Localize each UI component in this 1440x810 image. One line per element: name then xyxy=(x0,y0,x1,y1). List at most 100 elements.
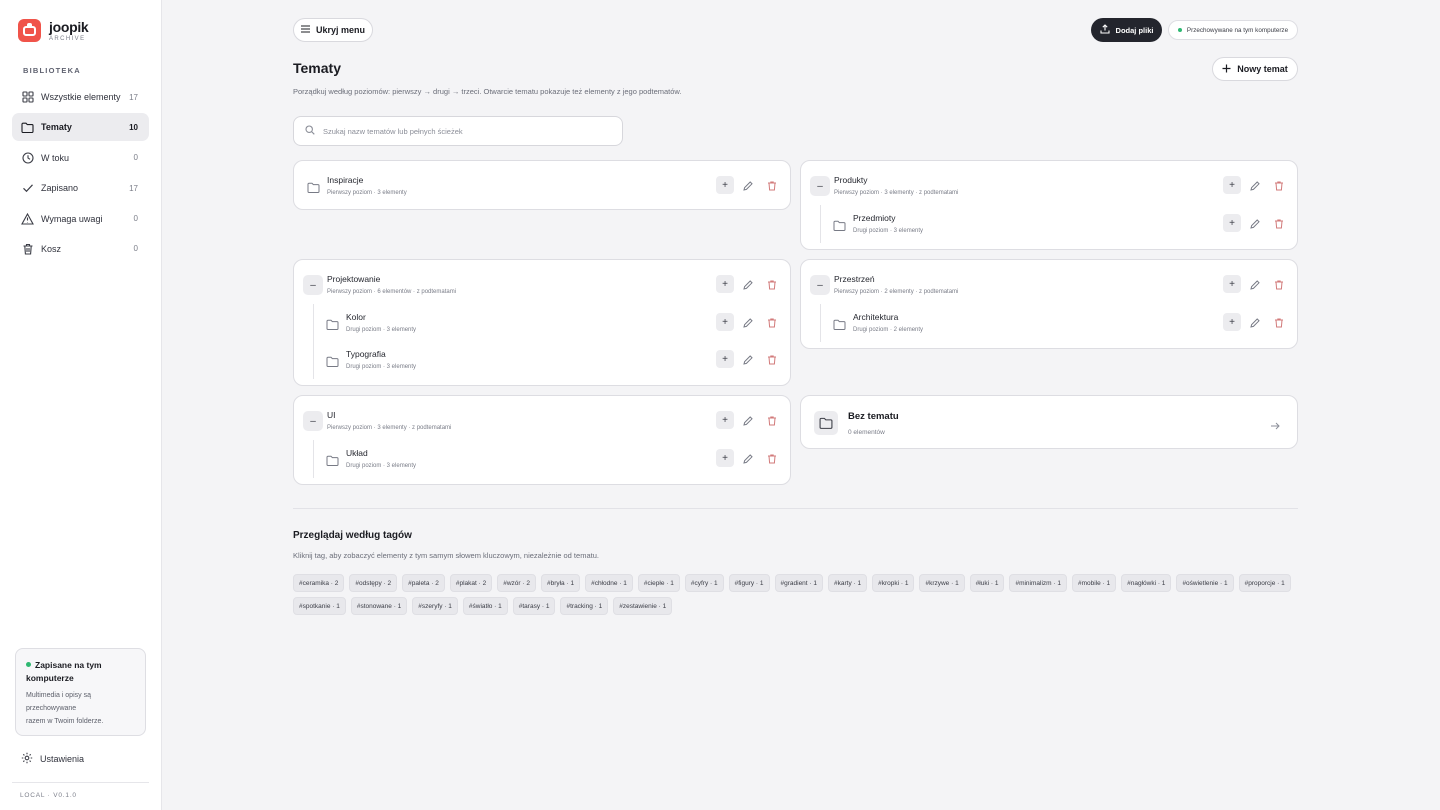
sidebar-item-trash[interactable]: Kosz 0 xyxy=(12,235,149,263)
tag-chip[interactable]: #zestawienie · 1 xyxy=(613,597,673,615)
trash-icon xyxy=(21,242,34,255)
tag-chip[interactable]: #plakat · 2 xyxy=(449,574,493,592)
topic-row[interactable]: – Produkty Pierwszy poziom · 3 elementy … xyxy=(801,169,1297,203)
tag-chip[interactable]: #spotkanie · 1 xyxy=(293,597,346,615)
clock-icon xyxy=(21,151,34,164)
topic-row[interactable]: – UI Pierwszy poziom · 3 elementy · z po… xyxy=(294,404,790,438)
edit-icon[interactable] xyxy=(1249,217,1261,229)
tag-chip[interactable]: #tarasy · 1 xyxy=(512,597,556,615)
topic-search[interactable] xyxy=(293,116,623,146)
toggle-menu-button[interactable]: Ukryj menu xyxy=(293,18,373,42)
trash-icon[interactable] xyxy=(1273,278,1285,290)
trash-icon[interactable] xyxy=(766,179,778,191)
tag-chip[interactable]: #mobile · 1 xyxy=(1071,574,1117,592)
trash-icon[interactable] xyxy=(766,278,778,290)
trash-icon[interactable] xyxy=(766,452,778,464)
add-files-label: Dodaj pliki xyxy=(1115,25,1154,35)
add-subtopic-button[interactable]: + xyxy=(1223,176,1241,194)
subtopic-row[interactable]: Typografia Drugi poziom · 3 elementy + xyxy=(294,343,790,377)
tag-chip[interactable]: #szeryfy · 1 xyxy=(412,597,458,615)
edit-icon[interactable] xyxy=(1249,316,1261,328)
tag-chip[interactable]: #krzywe · 1 xyxy=(919,574,965,592)
collapse-button[interactable]: – xyxy=(303,411,323,431)
tag-chip[interactable]: #minimalizm · 1 xyxy=(1009,574,1067,592)
tag-chip[interactable]: #światło · 1 xyxy=(462,597,508,615)
sidebar-item-all[interactable]: Wszystkie elementy 17 xyxy=(12,83,149,111)
tag-chip[interactable]: #nagłówki · 1 xyxy=(1121,574,1172,592)
subtopic-row[interactable]: Architektura Drugi poziom · 2 elementy + xyxy=(801,306,1297,340)
add-subtopic-button[interactable]: + xyxy=(1223,313,1241,331)
tag-chip[interactable]: #karty · 1 xyxy=(828,574,868,592)
app-logo[interactable]: joopik ARCHIVE xyxy=(18,19,89,42)
sidebar-item-count: 17 xyxy=(129,92,138,102)
sidebar-item-needs-attention[interactable]: Wymaga uwagi 0 xyxy=(12,205,149,233)
edit-icon[interactable] xyxy=(742,316,754,328)
tag-chip[interactable]: #kropki · 1 xyxy=(872,574,915,592)
topic-row[interactable]: – Przestrzeń Pierwszy poziom · 2 element… xyxy=(801,268,1297,302)
add-subtopic-button[interactable]: + xyxy=(716,176,734,194)
topic-row[interactable]: – Projektowanie Pierwszy poziom · 6 elem… xyxy=(294,268,790,302)
topic-name: Projektowanie xyxy=(327,274,381,284)
tag-chip[interactable]: #cyfry · 1 xyxy=(684,574,724,592)
edit-icon[interactable] xyxy=(742,353,754,365)
topic-meta: Pierwszy poziom · 3 elementy · z podtema… xyxy=(327,425,452,431)
add-subtopic-button[interactable]: + xyxy=(1223,214,1241,232)
tag-chip[interactable]: #proporcje · 1 xyxy=(1238,574,1291,592)
topic-row[interactable]: Inspiracje Pierwszy poziom · 3 elementy … xyxy=(294,169,790,203)
tag-chip[interactable]: #ciepłe · 1 xyxy=(637,574,680,592)
folder-icon xyxy=(307,180,320,193)
edit-icon[interactable] xyxy=(742,179,754,191)
edit-icon[interactable] xyxy=(742,278,754,290)
trash-icon[interactable] xyxy=(766,353,778,365)
add-subtopic-button[interactable]: + xyxy=(1223,275,1241,293)
topic-name: Układ xyxy=(346,448,368,458)
tag-chip[interactable]: #oświetlenie · 1 xyxy=(1176,574,1234,592)
sidebar-item-in-progress[interactable]: W toku 0 xyxy=(12,144,149,172)
topic-meta: Pierwszy poziom · 3 elementy xyxy=(327,190,407,196)
tag-chip[interactable]: #odstępy · 2 xyxy=(349,574,398,592)
tag-chip[interactable]: #figury · 1 xyxy=(728,574,770,592)
add-subtopic-button[interactable]: + xyxy=(716,275,734,293)
search-input[interactable] xyxy=(323,126,603,136)
tag-chip[interactable]: #stonowane · 1 xyxy=(350,597,408,615)
settings-link[interactable]: Ustawienia xyxy=(21,752,84,766)
edit-icon[interactable] xyxy=(1249,278,1261,290)
edit-icon[interactable] xyxy=(1249,179,1261,191)
add-subtopic-button[interactable]: + xyxy=(716,449,734,467)
collapse-button[interactable]: – xyxy=(810,275,830,295)
collapse-button[interactable]: – xyxy=(303,275,323,295)
trash-icon[interactable] xyxy=(1273,217,1285,229)
tag-chip[interactable]: #wzór · 2 xyxy=(497,574,536,592)
tag-chip[interactable]: #ceramika · 2 xyxy=(293,574,345,592)
sidebar-item-count: 0 xyxy=(133,214,138,224)
topic-meta: Drugi poziom · 2 elementy xyxy=(853,327,924,333)
trash-icon[interactable] xyxy=(766,414,778,426)
new-topic-button[interactable]: Nowy temat xyxy=(1212,57,1298,81)
edit-icon[interactable] xyxy=(742,452,754,464)
trash-icon[interactable] xyxy=(1273,316,1285,328)
add-subtopic-button[interactable]: + xyxy=(716,350,734,368)
trash-icon[interactable] xyxy=(1273,179,1285,191)
add-files-button[interactable]: Dodaj pliki xyxy=(1091,18,1162,42)
tag-chip[interactable]: #tracking · 1 xyxy=(560,597,609,615)
sidebar-item-label: W toku xyxy=(41,152,70,163)
trash-icon[interactable] xyxy=(766,316,778,328)
subtopic-row[interactable]: Układ Drugi poziom · 3 elementy + xyxy=(294,442,790,476)
sidebar-item-saved[interactable]: Zapisano 17 xyxy=(12,174,149,202)
sidebar-item-topics[interactable]: Tematy 10 xyxy=(12,113,149,142)
tag-chip[interactable]: #chłodne · 1 xyxy=(585,574,633,592)
tag-chip[interactable]: #łuki · 1 xyxy=(969,574,1005,592)
tag-chip[interactable]: #paleta · 2 xyxy=(402,574,445,592)
topic-meta: Pierwszy poziom · 2 elementy · z podtema… xyxy=(834,289,959,295)
add-subtopic-button[interactable]: + xyxy=(716,411,734,429)
storage-card-description: Multimedia i opisy są przechowywane razem… xyxy=(26,692,104,725)
add-subtopic-button[interactable]: + xyxy=(716,313,734,331)
collapse-button[interactable]: – xyxy=(810,176,830,196)
edit-icon[interactable] xyxy=(742,414,754,426)
tag-chip[interactable]: #bryła · 1 xyxy=(540,574,581,592)
tag-chip[interactable]: #gradient · 1 xyxy=(774,574,823,592)
topic-card-bez-tematu[interactable]: Bez tematu 0 elementów xyxy=(800,395,1298,449)
topic-meta: Drugi poziom · 3 elementy xyxy=(346,364,417,370)
subtopic-row[interactable]: Przedmioty Drugi poziom · 3 elementy + xyxy=(801,207,1297,241)
subtopic-row[interactable]: Kolor Drugi poziom · 3 elementy + xyxy=(294,306,790,340)
